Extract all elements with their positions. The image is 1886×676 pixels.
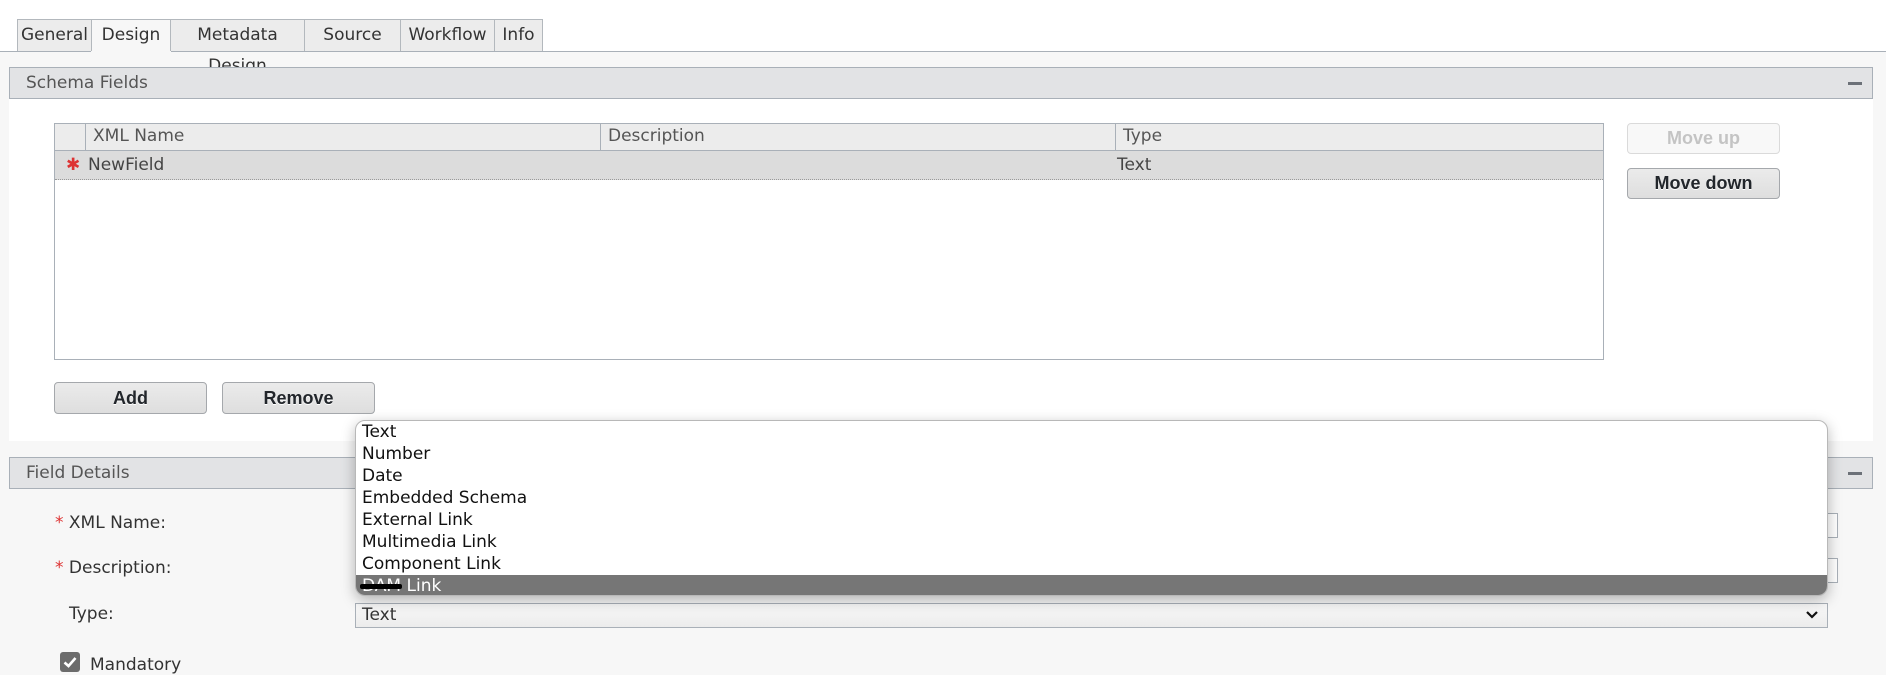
dropdown-option-embedded-schema[interactable]: Embedded Schema — [356, 487, 1827, 509]
dropdown-option-component-link[interactable]: Component Link — [356, 553, 1827, 575]
check-icon — [63, 657, 77, 668]
xml-name-label: * XML Name: — [55, 513, 166, 533]
dropdown-option-date[interactable]: Date — [356, 465, 1827, 487]
move-up-button[interactable]: Move up — [1627, 123, 1780, 154]
redaction-mark: DAM — [359, 576, 403, 596]
active-tab-gap — [91, 51, 171, 52]
dropdown-option-external-link[interactable]: External Link — [356, 509, 1827, 531]
dropdown-option-dam-link[interactable]: DAM Link — [356, 575, 1827, 596]
type-select-value: Text — [362, 605, 397, 625]
dropdown-option-number[interactable]: Number — [356, 443, 1827, 465]
field-details-title: Field Details — [26, 463, 130, 483]
description-label: * Description: — [55, 558, 172, 578]
type-label: Type: — [69, 604, 114, 624]
column-header-type[interactable]: Type — [1115, 124, 1603, 150]
schema-fields-header[interactable]: Schema Fields — [9, 67, 1873, 99]
dropdown-option-text[interactable]: Text — [356, 421, 1827, 443]
schema-fields-title: Schema Fields — [26, 73, 148, 93]
table-header: XML Name Description Type — [55, 124, 1603, 151]
tab-metadata-design[interactable]: Metadata Design — [170, 19, 305, 76]
collapse-icon[interactable] — [1848, 472, 1862, 475]
cell-xml-name: NewField — [88, 155, 165, 175]
collapse-icon[interactable] — [1848, 82, 1862, 85]
dropdown-option-multimedia-link[interactable]: Multimedia Link — [356, 531, 1827, 553]
tab-info[interactable]: Info — [494, 19, 543, 51]
add-button[interactable]: Add — [54, 382, 207, 414]
tab-divider — [0, 51, 1886, 52]
mandatory-checkbox[interactable] — [60, 652, 80, 672]
tab-design[interactable]: Design — [91, 19, 171, 52]
column-header-description[interactable]: Description — [600, 124, 1115, 150]
required-icon: ✱ — [66, 155, 81, 175]
type-dropdown-list[interactable]: Text Number Date Embedded Schema Externa… — [355, 420, 1828, 596]
type-select[interactable]: Text — [355, 603, 1828, 628]
required-marker: * — [55, 558, 64, 578]
tab-workflow[interactable]: Workflow — [400, 19, 495, 51]
table-row[interactable]: ✱ NewField Text — [55, 151, 1603, 180]
mandatory-label: Mandatory — [90, 655, 182, 675]
remove-button[interactable]: Remove — [222, 382, 375, 414]
tab-source[interactable]: Source — [304, 19, 401, 51]
tab-general[interactable]: General — [17, 19, 92, 51]
cell-type: Text — [1117, 155, 1152, 175]
move-down-button[interactable]: Move down — [1627, 168, 1780, 199]
column-header-xml-name[interactable]: XML Name — [85, 124, 600, 150]
schema-fields-table: XML Name Description Type ✱ NewField Tex… — [54, 123, 1604, 360]
chevron-down-icon — [1806, 611, 1818, 619]
required-marker: * — [55, 513, 64, 533]
